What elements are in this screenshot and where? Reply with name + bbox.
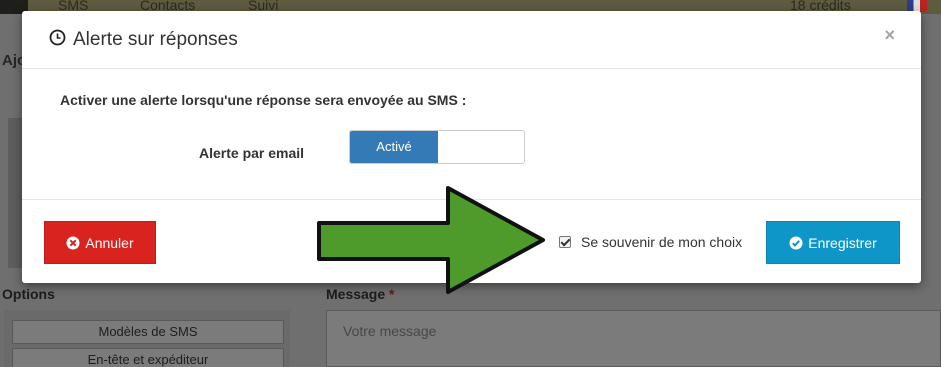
message-placeholder: Votre message (343, 323, 437, 339)
message-textarea[interactable]: Votre message (326, 310, 941, 367)
cancel-label: Annuler (85, 234, 134, 251)
remember-checkbox[interactable] (559, 236, 571, 248)
remember-label: Se souvenir de mon choix (581, 234, 743, 250)
modal-header: Alerte sur réponses × (22, 11, 921, 69)
toggle-on-state: Activé (350, 131, 438, 163)
email-alert-toggle[interactable]: Activé (349, 130, 525, 164)
header-sender-button[interactable]: En-tête et expéditeur (12, 348, 284, 367)
modal-title: Alerte sur réponses (73, 29, 238, 50)
save-label: Enregistrer (808, 234, 877, 251)
alert-question: Activer une alerte lorsqu'une réponse se… (60, 92, 467, 108)
options-box: Modèles de SMS En-tête et expéditeur (4, 310, 290, 367)
cancel-button[interactable]: Annuler (44, 221, 156, 264)
remember-choice[interactable]: Se souvenir de mon choix (559, 234, 742, 250)
green-arrow-icon (317, 186, 545, 294)
times-circle-icon (66, 236, 80, 249)
close-icon[interactable]: × (884, 25, 895, 46)
options-label: Options (2, 286, 55, 302)
check-circle-icon (789, 236, 803, 249)
save-button[interactable]: Enregistrer (766, 221, 900, 264)
email-alert-label: Alerte par email (199, 145, 305, 161)
sms-templates-button[interactable]: Modèles de SMS (12, 320, 284, 344)
clock-icon (49, 29, 66, 46)
